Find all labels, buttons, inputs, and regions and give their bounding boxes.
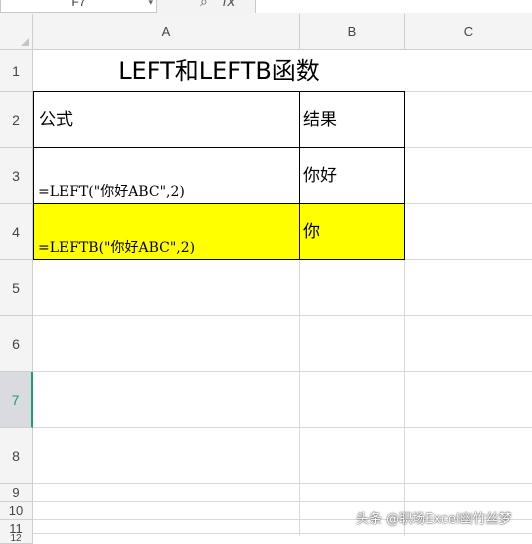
formula-input[interactable] [255,0,532,13]
select-all-corner[interactable] [0,14,33,50]
row-header-1[interactable]: 1 [0,50,33,92]
cell-a1-title[interactable]: LEFT和LEFTB函数 [33,50,405,92]
gridline [33,371,532,372]
row-header-2[interactable]: 2 [0,92,33,148]
cell-b4[interactable]: 你 [299,203,405,260]
zoom-icon[interactable]: ⌕ [200,0,208,10]
name-box-value: F7 [71,0,86,9]
row-header-7[interactable]: 7 [0,372,33,428]
row-header-4[interactable]: 4 [0,204,33,260]
fx-icon[interactable]: fx [222,0,235,10]
spreadsheet-grid: A B C 1 2 3 4 5 6 7 8 9 10 11 12 LEFT和LE… [0,14,532,544]
gridline [33,533,532,534]
formula-tools: ⌕ fx [200,0,246,10]
row-header-8[interactable]: 8 [0,428,33,484]
chevron-down-icon[interactable]: ▾ [148,0,153,10]
row-header-3[interactable]: 3 [0,148,33,204]
cell-b3[interactable]: 你好 [299,147,405,204]
gridline [33,483,532,484]
cell-b2[interactable]: 结果 [299,91,405,148]
gridline [33,501,532,502]
cell-a2[interactable]: 公式 [33,91,300,148]
cell-a4-formula: =LEFTB("你好ABC",2) [38,240,196,256]
name-box[interactable]: F7 ▾ [0,0,157,13]
watermark: 头条 @职场Excel幽竹丝梦 [356,512,512,527]
row-header-9[interactable]: 9 [0,484,33,502]
cell-a3[interactable]: =LEFT("你好ABC",2) [33,147,300,204]
column-header-a[interactable]: A [33,14,300,50]
gridline [33,315,532,316]
column-header-b[interactable]: B [300,14,405,50]
cell-a4[interactable]: =LEFTB("你好ABC",2) [33,203,300,260]
row-header-10[interactable]: 10 [0,502,33,520]
cell-a3-formula: =LEFT("你好ABC",2) [38,184,185,200]
column-header-c[interactable]: C [405,14,532,50]
row-header-6[interactable]: 6 [0,316,33,372]
row-header-5[interactable]: 5 [0,260,33,316]
formula-bar: F7 ▾ ⌕ fx [0,0,532,15]
gridline [33,427,532,428]
